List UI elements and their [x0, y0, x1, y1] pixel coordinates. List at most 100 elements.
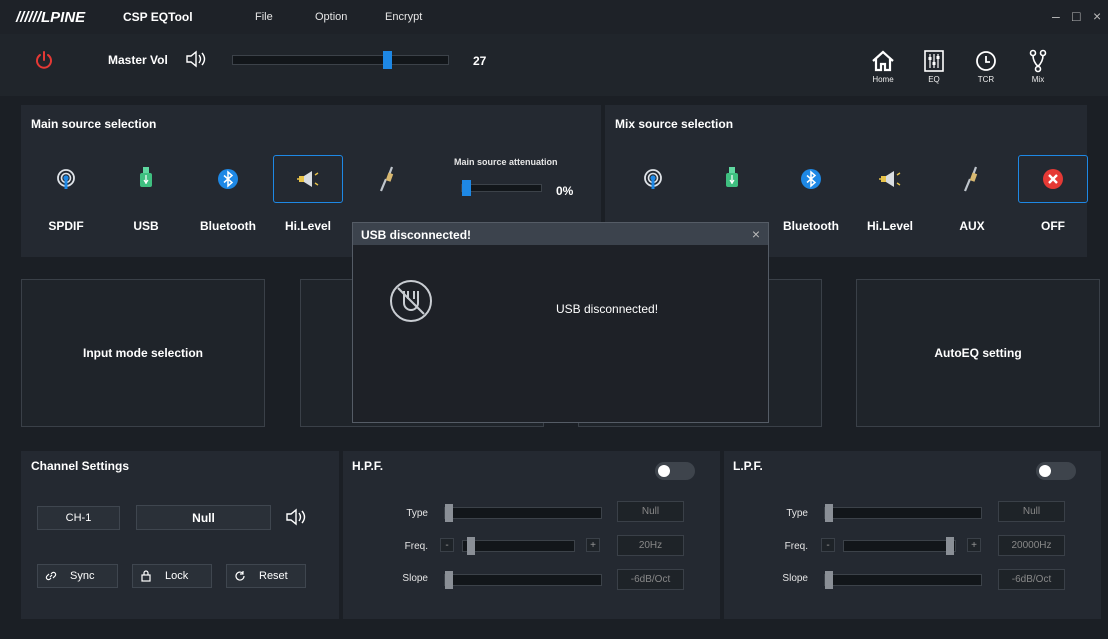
lpf-type-slider[interactable] [824, 504, 982, 522]
hpf-freq-minus[interactable]: - [440, 538, 454, 552]
app-window: //////LPINE CSP EQTool File Option Encry… [0, 0, 1108, 639]
mix-aux-button[interactable] [937, 155, 1007, 203]
aux-cable-icon [963, 166, 978, 192]
app-title: CSP EQTool [123, 10, 193, 24]
mix-bluetooth-label: Bluetooth [783, 219, 839, 233]
power-icon[interactable] [34, 50, 54, 70]
hpf-slope-slider[interactable] [444, 571, 602, 589]
lpf-toggle[interactable] [1036, 462, 1076, 480]
lpf-slope-value: -6dB/Oct [998, 569, 1065, 590]
nav-home-label: Home [872, 75, 894, 84]
home-icon [872, 50, 894, 72]
lock-button[interactable]: Lock [132, 564, 212, 588]
menu-option[interactable]: Option [315, 11, 347, 23]
nav-eq[interactable]: EQ [914, 46, 954, 90]
main-bluetooth-label: Bluetooth [200, 219, 256, 233]
lpf-freq-plus[interactable]: + [967, 538, 981, 552]
maximize-button[interactable]: □ [1072, 8, 1080, 24]
attenuation-slider[interactable] [461, 180, 542, 196]
lpf-freq-slider[interactable] [843, 537, 956, 555]
channel-settings-title: Channel Settings [31, 459, 130, 473]
attenuation-label: Main source attenuation [454, 157, 558, 167]
dialog-close-button[interactable]: × [752, 226, 760, 242]
usb-icon [726, 167, 738, 187]
main-hilevel-button[interactable] [273, 155, 343, 203]
input-mode-tile[interactable]: Input mode selection [21, 279, 265, 427]
lpf-type-thumb[interactable] [825, 504, 833, 522]
sync-label: Sync [70, 570, 95, 582]
nav-tcr[interactable]: TCR [966, 46, 1006, 90]
hpf-slope-label: Slope [402, 573, 428, 584]
main-aux-button[interactable] [353, 155, 423, 203]
mix-hilevel-button[interactable] [855, 155, 925, 203]
nav-eq-label: EQ [928, 75, 940, 84]
channel-mode[interactable]: Null [136, 505, 271, 530]
spdif-icon [57, 169, 75, 189]
hpf-freq-thumb[interactable] [467, 537, 475, 555]
usb-disconnected-icon [390, 280, 432, 322]
hpf-type-label: Type [406, 508, 428, 519]
lpf-slope-thumb[interactable] [825, 571, 833, 589]
mix-off-button[interactable] [1018, 155, 1088, 203]
autoeq-label: AutoEQ setting [934, 346, 1022, 360]
main-usb-button[interactable] [111, 155, 181, 203]
lpf-toggle-knob [1039, 465, 1051, 477]
input-mode-label: Input mode selection [82, 346, 203, 360]
lpf-title: L.P.F. [733, 459, 763, 473]
nav-tcr-label: TCR [977, 75, 995, 84]
bluetooth-icon [218, 169, 238, 189]
hpf-slope-thumb[interactable] [445, 571, 453, 589]
autoeq-tile[interactable]: AutoEQ setting [856, 279, 1100, 427]
hpf-toggle[interactable] [655, 462, 695, 480]
attenuation-thumb[interactable] [462, 180, 471, 196]
minimize-button[interactable]: – [1052, 8, 1060, 24]
hilevel-speaker-icon [297, 171, 319, 187]
master-vol-value: 27 [473, 54, 487, 68]
hpf-type-thumb[interactable] [445, 504, 453, 522]
hilevel-speaker-icon [879, 171, 901, 187]
mix-source-title: Mix source selection [615, 117, 734, 131]
aux-cable-icon [379, 166, 394, 192]
dialog-message: USB disconnected! [556, 302, 659, 316]
nav-mix[interactable]: Mix [1018, 46, 1058, 90]
reset-button[interactable]: Reset [226, 564, 306, 588]
hpf-type-slider[interactable] [444, 504, 602, 522]
channel-speaker-icon[interactable] [284, 508, 306, 526]
master-vol-slider[interactable] [232, 51, 449, 69]
off-x-icon [1043, 169, 1063, 189]
mix-spdif-button[interactable] [618, 155, 688, 203]
master-vol-label: Master Vol [108, 53, 168, 67]
lpf-freq-thumb[interactable] [946, 537, 954, 555]
main-spdif-button[interactable] [31, 155, 101, 203]
channel-select[interactable]: CH-1 [37, 506, 120, 530]
lpf-freq-minus[interactable]: - [821, 538, 835, 552]
lpf-type-value: Null [998, 501, 1065, 522]
hpf-freq-slider[interactable] [462, 537, 575, 555]
hpf-freq-plus[interactable]: + [586, 538, 600, 552]
lpf-slope-label: Slope [782, 573, 808, 584]
usb-icon [140, 167, 152, 187]
speaker-icon[interactable] [184, 50, 206, 68]
mix-off-label: OFF [1041, 219, 1065, 233]
lpf-type-label: Type [786, 508, 808, 519]
nav-home[interactable]: Home [863, 46, 903, 90]
lpf-freq-value: 20000Hz [998, 535, 1065, 556]
attenuation-value: 0% [556, 184, 574, 198]
eq-icon [924, 50, 944, 72]
hpf-toggle-knob [658, 465, 670, 477]
sync-button[interactable]: Sync [37, 564, 118, 588]
mix-usb-button[interactable] [697, 155, 767, 203]
main-bluetooth-button[interactable] [193, 155, 263, 203]
menu-file[interactable]: File [255, 11, 273, 23]
nav-mix-label: Mix [1031, 75, 1045, 84]
dialog-header: USB disconnected! × [353, 223, 768, 245]
menu-encrypt[interactable]: Encrypt [385, 11, 422, 23]
main-usb-label: USB [133, 219, 159, 233]
master-vol-thumb[interactable] [383, 51, 392, 69]
clock-icon [976, 51, 996, 71]
channel-settings-panel [21, 451, 339, 619]
main-hilevel-label: Hi.Level [284, 219, 332, 233]
mix-bluetooth-button[interactable] [776, 155, 846, 203]
lpf-slope-slider[interactable] [824, 571, 982, 589]
close-button[interactable]: × [1093, 8, 1101, 24]
